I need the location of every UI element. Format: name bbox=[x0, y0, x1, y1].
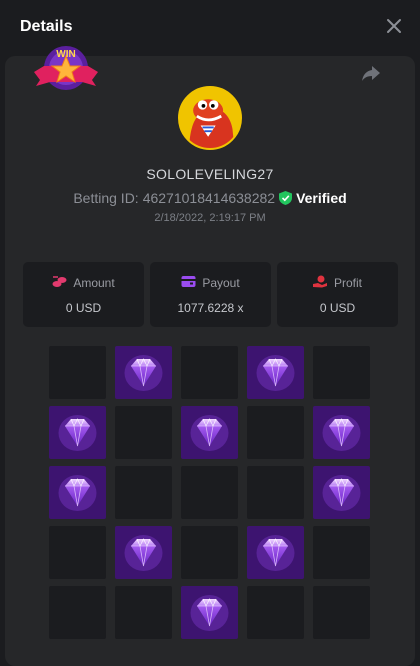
modal-title: Details bbox=[20, 18, 73, 35]
shield-check-icon bbox=[279, 191, 293, 205]
board-tile-gem[interactable] bbox=[115, 526, 172, 579]
board-tile[interactable] bbox=[313, 586, 370, 639]
verified-label: Verified bbox=[296, 190, 347, 206]
mines-board bbox=[49, 346, 370, 639]
payout-card: Payout 1077.6228 x bbox=[150, 262, 271, 327]
close-icon[interactable] bbox=[386, 18, 402, 34]
diamond-icon bbox=[322, 415, 361, 451]
board-tile[interactable] bbox=[247, 466, 304, 519]
board-tile[interactable] bbox=[49, 346, 106, 399]
board-tile[interactable] bbox=[313, 346, 370, 399]
payout-value: 1077.6228 x bbox=[177, 301, 244, 315]
board-tile-gem[interactable] bbox=[247, 346, 304, 399]
username: SOLOLEVELING27 bbox=[146, 166, 274, 182]
win-badge-text: WIN bbox=[56, 49, 75, 60]
board-tile-gem[interactable] bbox=[313, 406, 370, 459]
board-tile-gem[interactable] bbox=[313, 466, 370, 519]
diamond-icon bbox=[124, 535, 163, 571]
board-tile[interactable] bbox=[115, 406, 172, 459]
bet-timestamp: 2/18/2022, 2:19:17 PM bbox=[154, 212, 266, 224]
board-tile-gem[interactable] bbox=[49, 406, 106, 459]
board-tile-gem[interactable] bbox=[49, 466, 106, 519]
betting-id-label: Betting ID: bbox=[73, 190, 139, 206]
diamond-icon bbox=[190, 415, 229, 451]
amount-card: Amount 0 USD bbox=[23, 262, 144, 327]
board-tile[interactable] bbox=[181, 466, 238, 519]
avatar bbox=[178, 86, 242, 150]
board-tile[interactable] bbox=[115, 466, 172, 519]
board-tile-gem[interactable] bbox=[247, 526, 304, 579]
coins-icon bbox=[52, 275, 67, 291]
board-tile[interactable] bbox=[49, 586, 106, 639]
board-tile[interactable] bbox=[49, 526, 106, 579]
board-tile-gem[interactable] bbox=[181, 406, 238, 459]
board-tile[interactable] bbox=[181, 346, 238, 399]
board-tile-gem[interactable] bbox=[115, 346, 172, 399]
payout-label: Payout bbox=[202, 276, 240, 290]
diamond-icon bbox=[322, 475, 361, 511]
board-tile[interactable] bbox=[247, 406, 304, 459]
amount-label: Amount bbox=[73, 276, 115, 290]
board-tile[interactable] bbox=[115, 586, 172, 639]
win-badge-icon: WIN bbox=[30, 44, 102, 96]
diamond-icon bbox=[256, 535, 295, 571]
board-tile[interactable] bbox=[181, 526, 238, 579]
profit-value: 0 USD bbox=[319, 301, 356, 315]
diamond-icon bbox=[58, 415, 97, 451]
board-tile[interactable] bbox=[313, 526, 370, 579]
diamond-icon bbox=[58, 475, 97, 511]
wallet-icon bbox=[181, 275, 196, 291]
profit-card: Profit 0 USD bbox=[277, 262, 398, 327]
diamond-icon bbox=[256, 355, 295, 391]
betting-id-row: Betting ID: 46271018414638282 Verified bbox=[0, 190, 420, 206]
amount-value: 0 USD bbox=[65, 301, 102, 315]
verified-badge: Verified bbox=[279, 190, 347, 206]
hand-coin-icon bbox=[312, 275, 328, 291]
betting-id-value: 46271018414638282 bbox=[142, 190, 276, 206]
diamond-icon bbox=[124, 355, 163, 391]
board-tile[interactable] bbox=[247, 586, 304, 639]
share-icon[interactable] bbox=[360, 62, 382, 84]
board-tile-gem[interactable] bbox=[181, 586, 238, 639]
profit-label: Profit bbox=[333, 276, 362, 290]
diamond-icon bbox=[190, 595, 229, 631]
